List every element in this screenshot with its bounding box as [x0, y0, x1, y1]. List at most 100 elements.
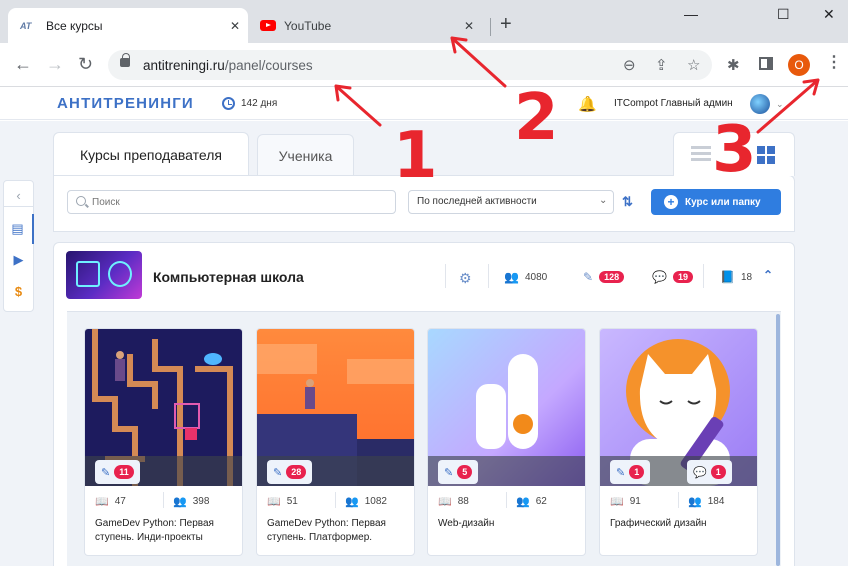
students-count: 184 — [707, 496, 725, 507]
lock-icon[interactable] — [120, 53, 130, 67]
bookmark-star-icon[interactable]: ☆ — [687, 56, 700, 74]
extensions-puzzle-icon[interactable]: ✱ — [727, 56, 740, 74]
tab-youtube[interactable]: YouTube ✕ — [252, 8, 488, 43]
students-icon: 👥 — [504, 270, 519, 284]
edit-icon: ✎ — [444, 466, 454, 479]
avatar[interactable] — [750, 94, 770, 114]
site-logo[interactable]: АНТИТРЕНИНГИ — [57, 95, 194, 112]
zoom-icon[interactable]: ⊖ — [623, 56, 636, 74]
comments-icon: 💬 — [652, 270, 667, 284]
clock-icon — [222, 97, 235, 110]
at-logo-icon: AT — [20, 20, 32, 31]
search-input[interactable] — [67, 190, 396, 214]
book-icon: 📖 — [610, 496, 624, 508]
tab-all-courses[interactable]: AT Все курсы ✕ — [8, 8, 248, 43]
list-view-icon[interactable] — [691, 146, 711, 162]
book-icon: 📘 — [720, 270, 735, 284]
minimize-button[interactable]: — — [684, 6, 698, 22]
course-card[interactable]: ✎ 1 💬 1 📖 91 👥 184 Графический дизайн — [599, 328, 758, 556]
profile-avatar[interactable]: O — [788, 54, 810, 76]
course-card[interactable]: ✎ 11 📖 47 👥 398 GameDev Python: Первая ступ… — [84, 328, 243, 556]
grid-view-icon[interactable] — [757, 146, 775, 164]
folder-name[interactable]: Компьютерная школа — [153, 269, 304, 285]
divider — [488, 264, 489, 288]
chevron-down-icon[interactable]: ⌄ — [599, 195, 607, 206]
sidebar-item-finance[interactable]: $ — [3, 284, 34, 299]
tab-teacher-courses[interactable]: Курсы преподавателя — [53, 132, 249, 176]
course-card[interactable]: ✎ 5 📖 88 👥 62 Web-дизайн — [427, 328, 586, 556]
students-count: 1082 — [364, 496, 387, 507]
students-icon: 👥 — [345, 496, 359, 508]
url-text[interactable]: antitreningi.ru/panel/courses — [143, 58, 313, 73]
course-title[interactable]: Web-дизайн — [438, 517, 580, 531]
add-course-button[interactable]: + Курс или папку — [651, 189, 781, 215]
plus-icon: + — [664, 195, 678, 209]
side-panel-icon[interactable] — [759, 57, 773, 70]
chevron-down-icon[interactable]: ⌄ — [776, 99, 784, 110]
folder-homework[interactable]: ✎ 128 — [583, 270, 625, 284]
course-title[interactable]: Графический дизайн — [610, 517, 752, 531]
students-icon: 👥 — [173, 496, 187, 508]
course-stats: 📖 47 👥 398 — [95, 495, 235, 508]
divider — [506, 492, 507, 508]
edit-icon: ✎ — [101, 466, 111, 479]
lessons-count: 88 — [457, 496, 469, 507]
annotation-number: 2 — [514, 81, 559, 155]
sort-direction-button[interactable]: ⇅ — [622, 194, 633, 210]
close-tab-icon[interactable]: ✕ — [464, 19, 474, 33]
forward-icon[interactable]: → — [46, 54, 64, 74]
lessons-count: 51 — [286, 496, 298, 507]
homework-badge-button[interactable]: ✎ 28 — [267, 460, 313, 484]
course-title[interactable]: GameDev Python: Первая ступень. Инди-про… — [95, 517, 237, 545]
tab-student-courses[interactable]: Ученика — [257, 134, 354, 176]
students-icon: 👥 — [688, 496, 702, 508]
chrome-menu-icon[interactable]: ⋮ — [826, 52, 842, 72]
divider — [445, 264, 446, 288]
maximize-button[interactable]: ☐ — [777, 6, 790, 23]
edit-icon: ✎ — [616, 466, 626, 479]
homework-badge-button[interactable]: ✎ 1 — [610, 460, 651, 484]
gear-icon: ⚙ — [459, 270, 472, 286]
book-icon: 📖 — [95, 496, 109, 508]
folder-comments[interactable]: 💬 19 — [652, 270, 693, 284]
sidebar-item-courses[interactable]: ▤ — [3, 214, 34, 244]
homework-badge-button[interactable]: ✎ 11 — [95, 460, 140, 484]
comments-icon: 💬 — [693, 466, 707, 479]
collapse-folder-icon[interactable]: ⌃ — [763, 268, 773, 282]
collapse-sidebar-icon[interactable]: ‹ — [3, 188, 34, 203]
course-title[interactable]: GameDev Python: Первая ступень. Платформ… — [267, 517, 409, 545]
divider — [335, 492, 336, 508]
folder-settings-button[interactable]: ⚙ — [459, 270, 478, 287]
reload-icon[interactable]: ↻ — [78, 54, 93, 74]
close-tab-icon[interactable]: ✕ — [230, 19, 240, 33]
folder-students[interactable]: 👥 4080 — [504, 270, 547, 284]
folder-lessons[interactable]: 📘 18 — [720, 270, 752, 284]
divider — [678, 492, 679, 508]
tariff-days[interactable]: 142 дня — [241, 98, 277, 109]
homework-badge-button[interactable]: ✎ 5 — [438, 460, 479, 484]
course-stats: 📖 91 👥 184 — [610, 495, 750, 508]
annotation-number: 3 — [712, 113, 757, 187]
edit-icon: ✎ — [273, 466, 283, 479]
course-stats: 📖 51 👥 1082 — [267, 495, 407, 508]
share-icon[interactable]: ⇪ — [655, 56, 668, 74]
scrollbar[interactable] — [776, 314, 780, 566]
sidebar-item-webinars[interactable]: ▶ — [3, 252, 34, 268]
youtube-icon — [260, 20, 276, 31]
folder-image[interactable] — [66, 251, 142, 299]
tab-title: Все курсы — [46, 18, 103, 33]
new-tab-button[interactable]: + — [500, 14, 512, 34]
divider — [163, 492, 164, 508]
lessons-count: 47 — [114, 496, 126, 507]
comments-badge-button[interactable]: 💬 1 — [687, 460, 732, 484]
course-card[interactable]: ✎ 28 📖 51 👥 1082 GameDev Python: Первая сту… — [256, 328, 415, 556]
back-icon[interactable]: ← — [14, 54, 32, 74]
account-name[interactable]: ITCompot Главный админ — [614, 98, 733, 109]
sort-select[interactable]: По последней активности — [408, 190, 614, 214]
window-close-button[interactable]: ✕ — [823, 6, 835, 23]
bell-icon[interactable]: 🔔 — [578, 95, 597, 113]
divider — [703, 264, 704, 288]
course-stats: 📖 88 👥 62 — [438, 495, 578, 508]
edit-icon: ✎ — [583, 270, 594, 284]
students-icon: 👥 — [516, 496, 530, 508]
